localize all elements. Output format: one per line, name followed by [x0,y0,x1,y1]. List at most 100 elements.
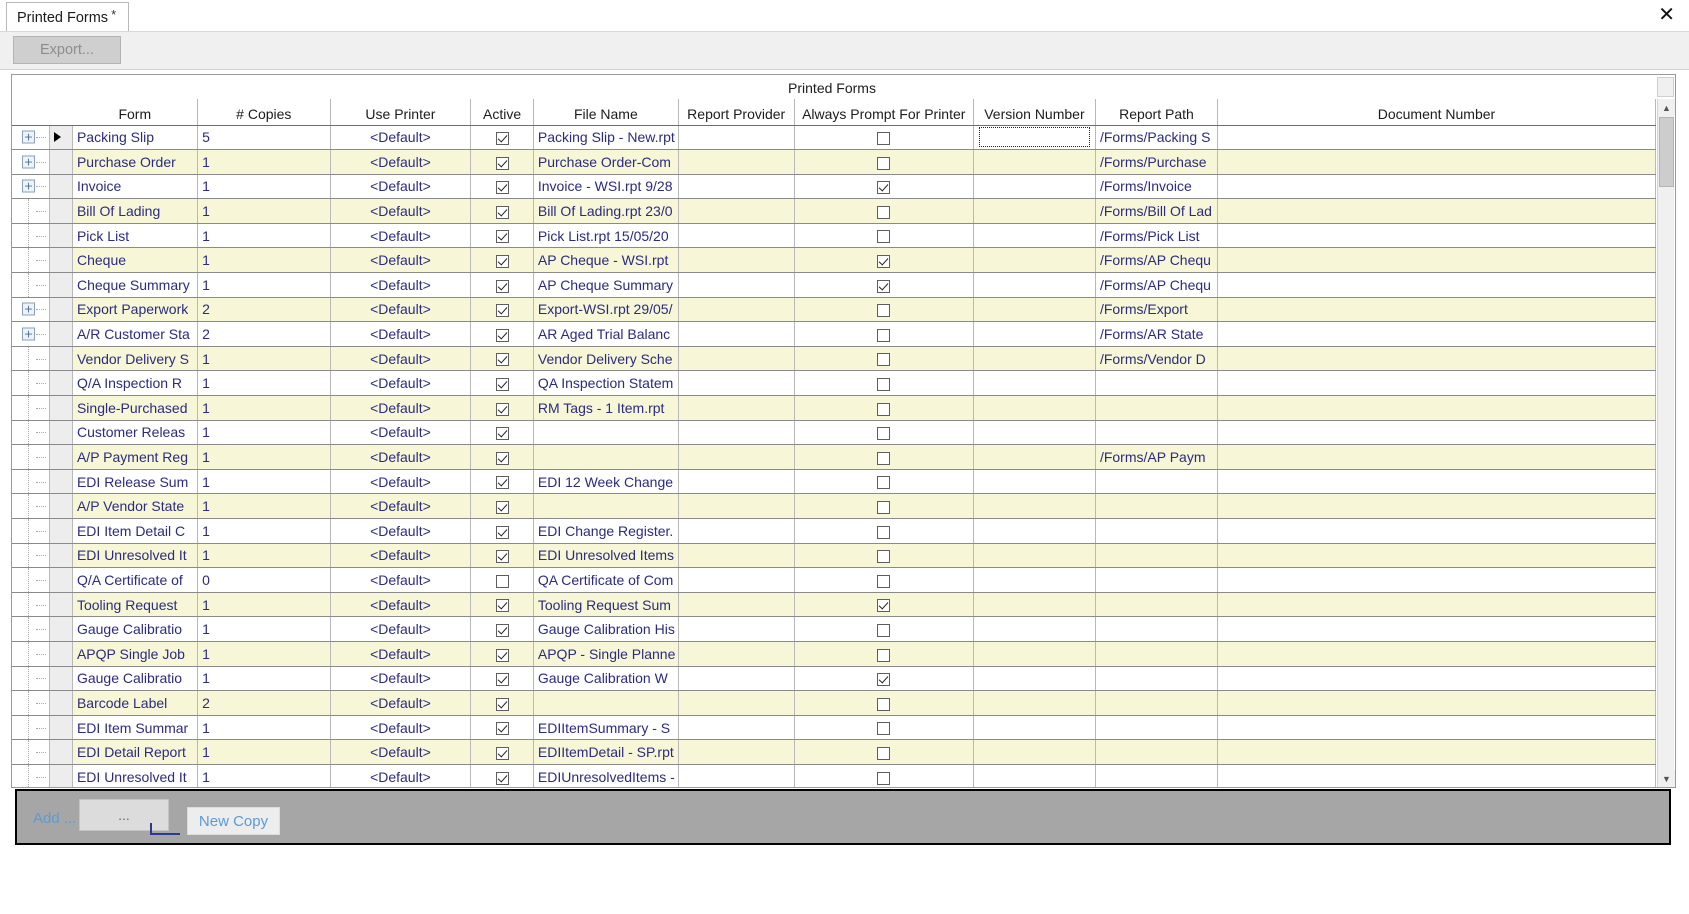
row-selector[interactable] [49,149,73,175]
cell-copies[interactable]: 2 [197,297,331,323]
table-row[interactable]: Gauge Calibratio 1 <Default> Gauge Calibrat… [12,616,1657,642]
cell-report-path[interactable] [1095,739,1218,765]
cell-report-path[interactable]: /Forms/AP Chequ [1095,247,1218,274]
table-row[interactable]: A/P Payment Reg 1 <Default> /Forms/AP Paym [12,444,1657,470]
cell-document-number[interactable] [1217,592,1657,618]
cell-report-provider[interactable] [678,297,795,323]
cell-always-prompt[interactable] [794,715,974,741]
cell-copies[interactable]: 1 [197,174,331,200]
cell-use-printer[interactable]: <Default> [330,198,472,224]
cell-file-name[interactable]: EDI Change Register. [533,518,679,544]
always-prompt-checkbox[interactable] [877,132,891,146]
scrollbar-thumb[interactable] [1659,117,1674,187]
expand-plus-icon[interactable]: + [22,302,35,316]
cell-document-number[interactable] [1217,469,1657,495]
column-header-always-prompt[interactable]: Always Prompt For Printer [794,99,974,126]
row-expander-cell[interactable] [12,370,51,397]
cell-form[interactable]: Vendor Delivery S [72,346,199,372]
cell-form[interactable]: EDI Item Summar [72,715,199,741]
row-selector[interactable] [49,346,73,372]
cell-active[interactable] [470,174,534,200]
cell-version-number[interactable] [973,641,1096,667]
cell-version-number[interactable] [973,272,1096,298]
cell-active[interactable] [470,690,534,716]
active-checkbox[interactable] [495,771,509,785]
row-selector[interactable] [49,297,73,323]
cell-always-prompt[interactable] [794,616,974,642]
cell-file-name[interactable]: Pick List.rpt 15/05/20 [533,223,679,249]
cell-report-path[interactable]: /Forms/Bill Of Lad [1095,198,1218,224]
cell-active[interactable] [470,272,534,298]
table-row[interactable]: Customer Releas 1 <Default> [12,420,1657,446]
cell-always-prompt[interactable] [794,346,974,372]
cell-active[interactable] [470,567,534,593]
cell-document-number[interactable] [1217,247,1657,274]
cell-copies[interactable]: 1 [197,223,331,249]
cell-version-number[interactable] [973,666,1096,692]
cell-report-provider[interactable] [678,444,795,470]
cell-active[interactable] [470,543,534,569]
row-selector[interactable] [49,247,73,274]
row-selector[interactable] [49,420,73,446]
cell-report-provider[interactable] [678,149,795,175]
cell-version-number[interactable] [973,149,1096,175]
cell-form[interactable]: APQP Single Job [72,641,199,667]
row-selector[interactable] [49,666,73,692]
expand-plus-icon[interactable]: + [22,130,35,144]
cell-version-number[interactable] [973,493,1096,519]
row-selector[interactable] [49,764,73,787]
table-row[interactable]: Barcode Label 2 <Default> [12,690,1657,716]
cell-report-path[interactable]: /Forms/Invoice [1095,174,1218,200]
cell-file-name[interactable]: RM Tags - 1 Item.rpt [533,395,679,421]
always-prompt-checkbox[interactable] [877,673,891,687]
row-expander-cell[interactable] [12,444,51,470]
cell-copies[interactable]: 1 [197,641,331,667]
cell-version-number[interactable] [973,444,1096,470]
cell-use-printer[interactable]: <Default> [330,420,472,446]
cell-use-printer[interactable]: <Default> [330,247,472,274]
cell-form[interactable]: A/P Payment Reg [72,444,199,470]
table-row[interactable]: APQP Single Job 1 <Default> APQP - Single P… [12,641,1657,667]
cell-document-number[interactable] [1217,616,1657,642]
cell-file-name[interactable]: Packing Slip - New.rpt [533,125,679,151]
cell-version-number[interactable] [973,346,1096,372]
table-row[interactable]: Tooling Request 1 <Default> Tooling Request… [12,592,1657,618]
cell-form[interactable]: Gauge Calibratio [72,616,199,642]
version-number-editor[interactable] [978,127,1090,148]
cell-file-name[interactable] [533,420,679,446]
row-expander-cell[interactable] [12,715,51,741]
cell-report-path[interactable] [1095,543,1218,569]
always-prompt-checkbox[interactable] [877,353,891,367]
active-checkbox[interactable] [495,501,509,514]
cell-use-printer[interactable]: <Default> [330,174,472,200]
cell-version-number[interactable] [973,764,1096,787]
column-header-copies[interactable]: # Copies [197,99,331,126]
cell-version-number[interactable] [973,174,1096,200]
cell-version-number[interactable] [973,469,1096,495]
row-selector[interactable] [49,518,73,544]
row-expander-cell[interactable] [12,346,51,372]
cell-active[interactable] [470,444,534,470]
cell-document-number[interactable] [1217,690,1657,716]
cell-report-provider[interactable] [678,346,795,372]
active-checkbox[interactable] [495,156,509,170]
cell-copies[interactable]: 1 [197,420,331,446]
cell-document-number[interactable] [1217,739,1657,765]
table-row[interactable]: EDI Release Sum 1 <Default> EDI 12 Week Cha… [12,469,1657,495]
active-checkbox[interactable] [495,722,509,736]
cell-copies[interactable]: 1 [197,149,331,175]
cell-report-provider[interactable] [678,395,795,421]
cell-use-printer[interactable]: <Default> [330,297,472,323]
active-checkbox[interactable] [495,697,509,711]
cell-copies[interactable]: 0 [197,567,331,593]
cell-document-number[interactable] [1217,567,1657,593]
cell-use-printer[interactable]: <Default> [330,469,472,495]
cell-use-printer[interactable]: <Default> [330,616,472,642]
cell-report-provider[interactable] [678,543,795,569]
column-header-file-name[interactable]: File Name [533,99,679,126]
active-checkbox[interactable] [495,673,509,687]
row-selector[interactable] [49,395,73,421]
cell-always-prompt[interactable] [794,543,974,569]
cell-file-name[interactable]: EDIUnresolvedItems - [533,764,679,787]
cell-report-path[interactable]: /Forms/AP Chequ [1095,272,1218,298]
